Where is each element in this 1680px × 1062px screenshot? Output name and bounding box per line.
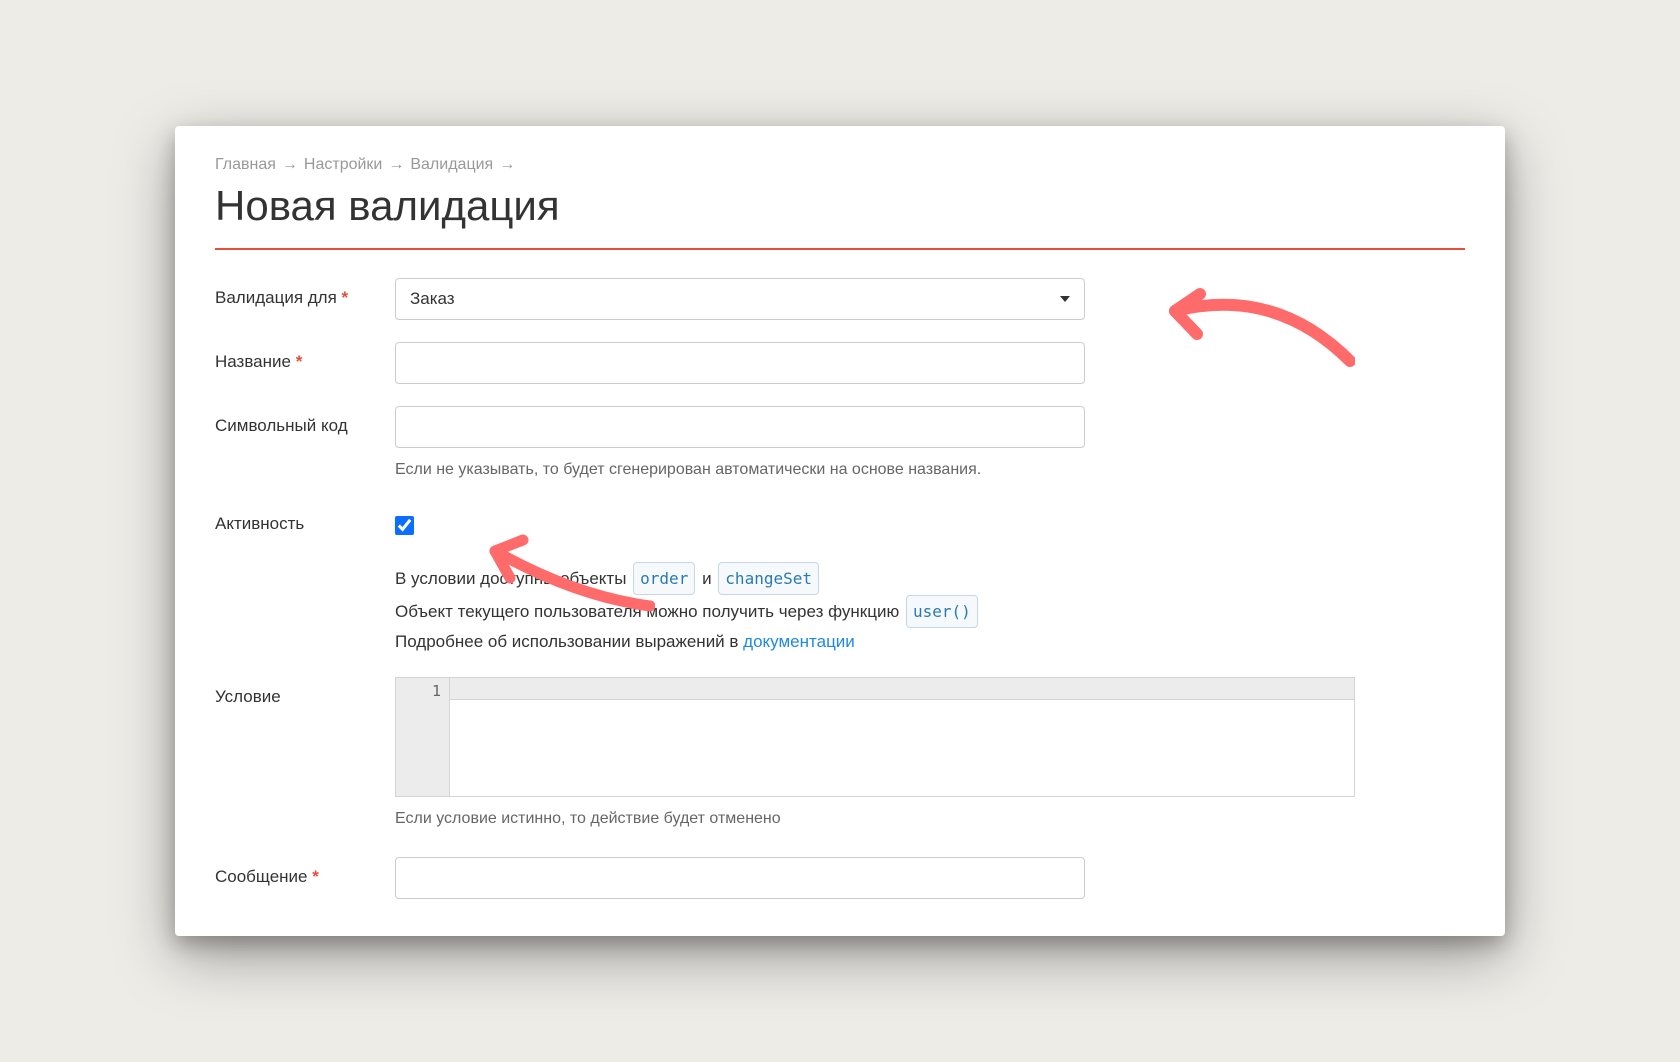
line-number: 1 [396, 682, 441, 700]
token-order: order [633, 562, 695, 595]
condition-code-editor[interactable]: 1 [395, 677, 1355, 797]
info-text: Подробнее об использовании выражений в [395, 632, 738, 651]
chevron-down-icon [1060, 296, 1070, 302]
info-text: Объект текущего пользователя можно получ… [395, 602, 899, 621]
row-condition: Условие 1 Если условие истинно, то дейст… [215, 677, 1465, 831]
breadcrumb-separator: → [282, 156, 298, 174]
info-text: и [702, 569, 712, 588]
validation-for-value: Заказ [410, 289, 455, 309]
required-marker: * [312, 867, 319, 886]
breadcrumb-settings[interactable]: Настройки [304, 156, 382, 174]
divider [215, 248, 1465, 250]
breadcrumb-home[interactable]: Главная [215, 156, 276, 174]
condition-info: В условии доступны объекты order и chang… [395, 562, 1355, 657]
name-input[interactable] [395, 342, 1085, 384]
code-area[interactable] [450, 678, 1354, 796]
row-active: Активность [215, 504, 1465, 540]
label-condition: Условие [215, 677, 395, 707]
token-user: user() [906, 595, 978, 628]
label-code: Символьный код [215, 406, 395, 436]
code-input[interactable] [395, 406, 1085, 448]
page-title: Новая валидация [215, 182, 1465, 230]
info-text: В условии доступны объекты [395, 569, 626, 588]
breadcrumb: Главная → Настройки → Валидация → [215, 156, 1465, 174]
label-validation-for: Валидация для * [215, 278, 395, 308]
message-input[interactable] [395, 857, 1085, 899]
documentation-link[interactable]: документации [743, 632, 855, 651]
required-marker: * [342, 288, 349, 307]
row-name: Название * [215, 342, 1465, 384]
breadcrumb-validation[interactable]: Валидация [410, 156, 493, 174]
label-active: Активность [215, 504, 395, 534]
row-message: Сообщение * [215, 857, 1465, 899]
code-gutter: 1 [396, 678, 450, 796]
code-help-text: Если не указывать, то будет сгенерирован… [395, 458, 1085, 482]
row-validation-for: Валидация для * Заказ [215, 278, 1465, 320]
label-message: Сообщение * [215, 857, 395, 887]
condition-help-text: Если условие истинно, то действие будет … [395, 807, 1355, 831]
validation-for-select[interactable]: Заказ [395, 278, 1085, 320]
active-checkbox[interactable] [395, 516, 414, 535]
code-active-line [450, 678, 1354, 700]
label-name: Название * [215, 342, 395, 372]
required-marker: * [296, 352, 303, 371]
token-changeset: changeSet [718, 562, 819, 595]
row-code: Символьный код Если не указывать, то буд… [215, 406, 1465, 482]
window: Главная → Настройки → Валидация → Новая … [175, 126, 1505, 936]
breadcrumb-separator: → [499, 156, 515, 174]
breadcrumb-separator: → [388, 156, 404, 174]
